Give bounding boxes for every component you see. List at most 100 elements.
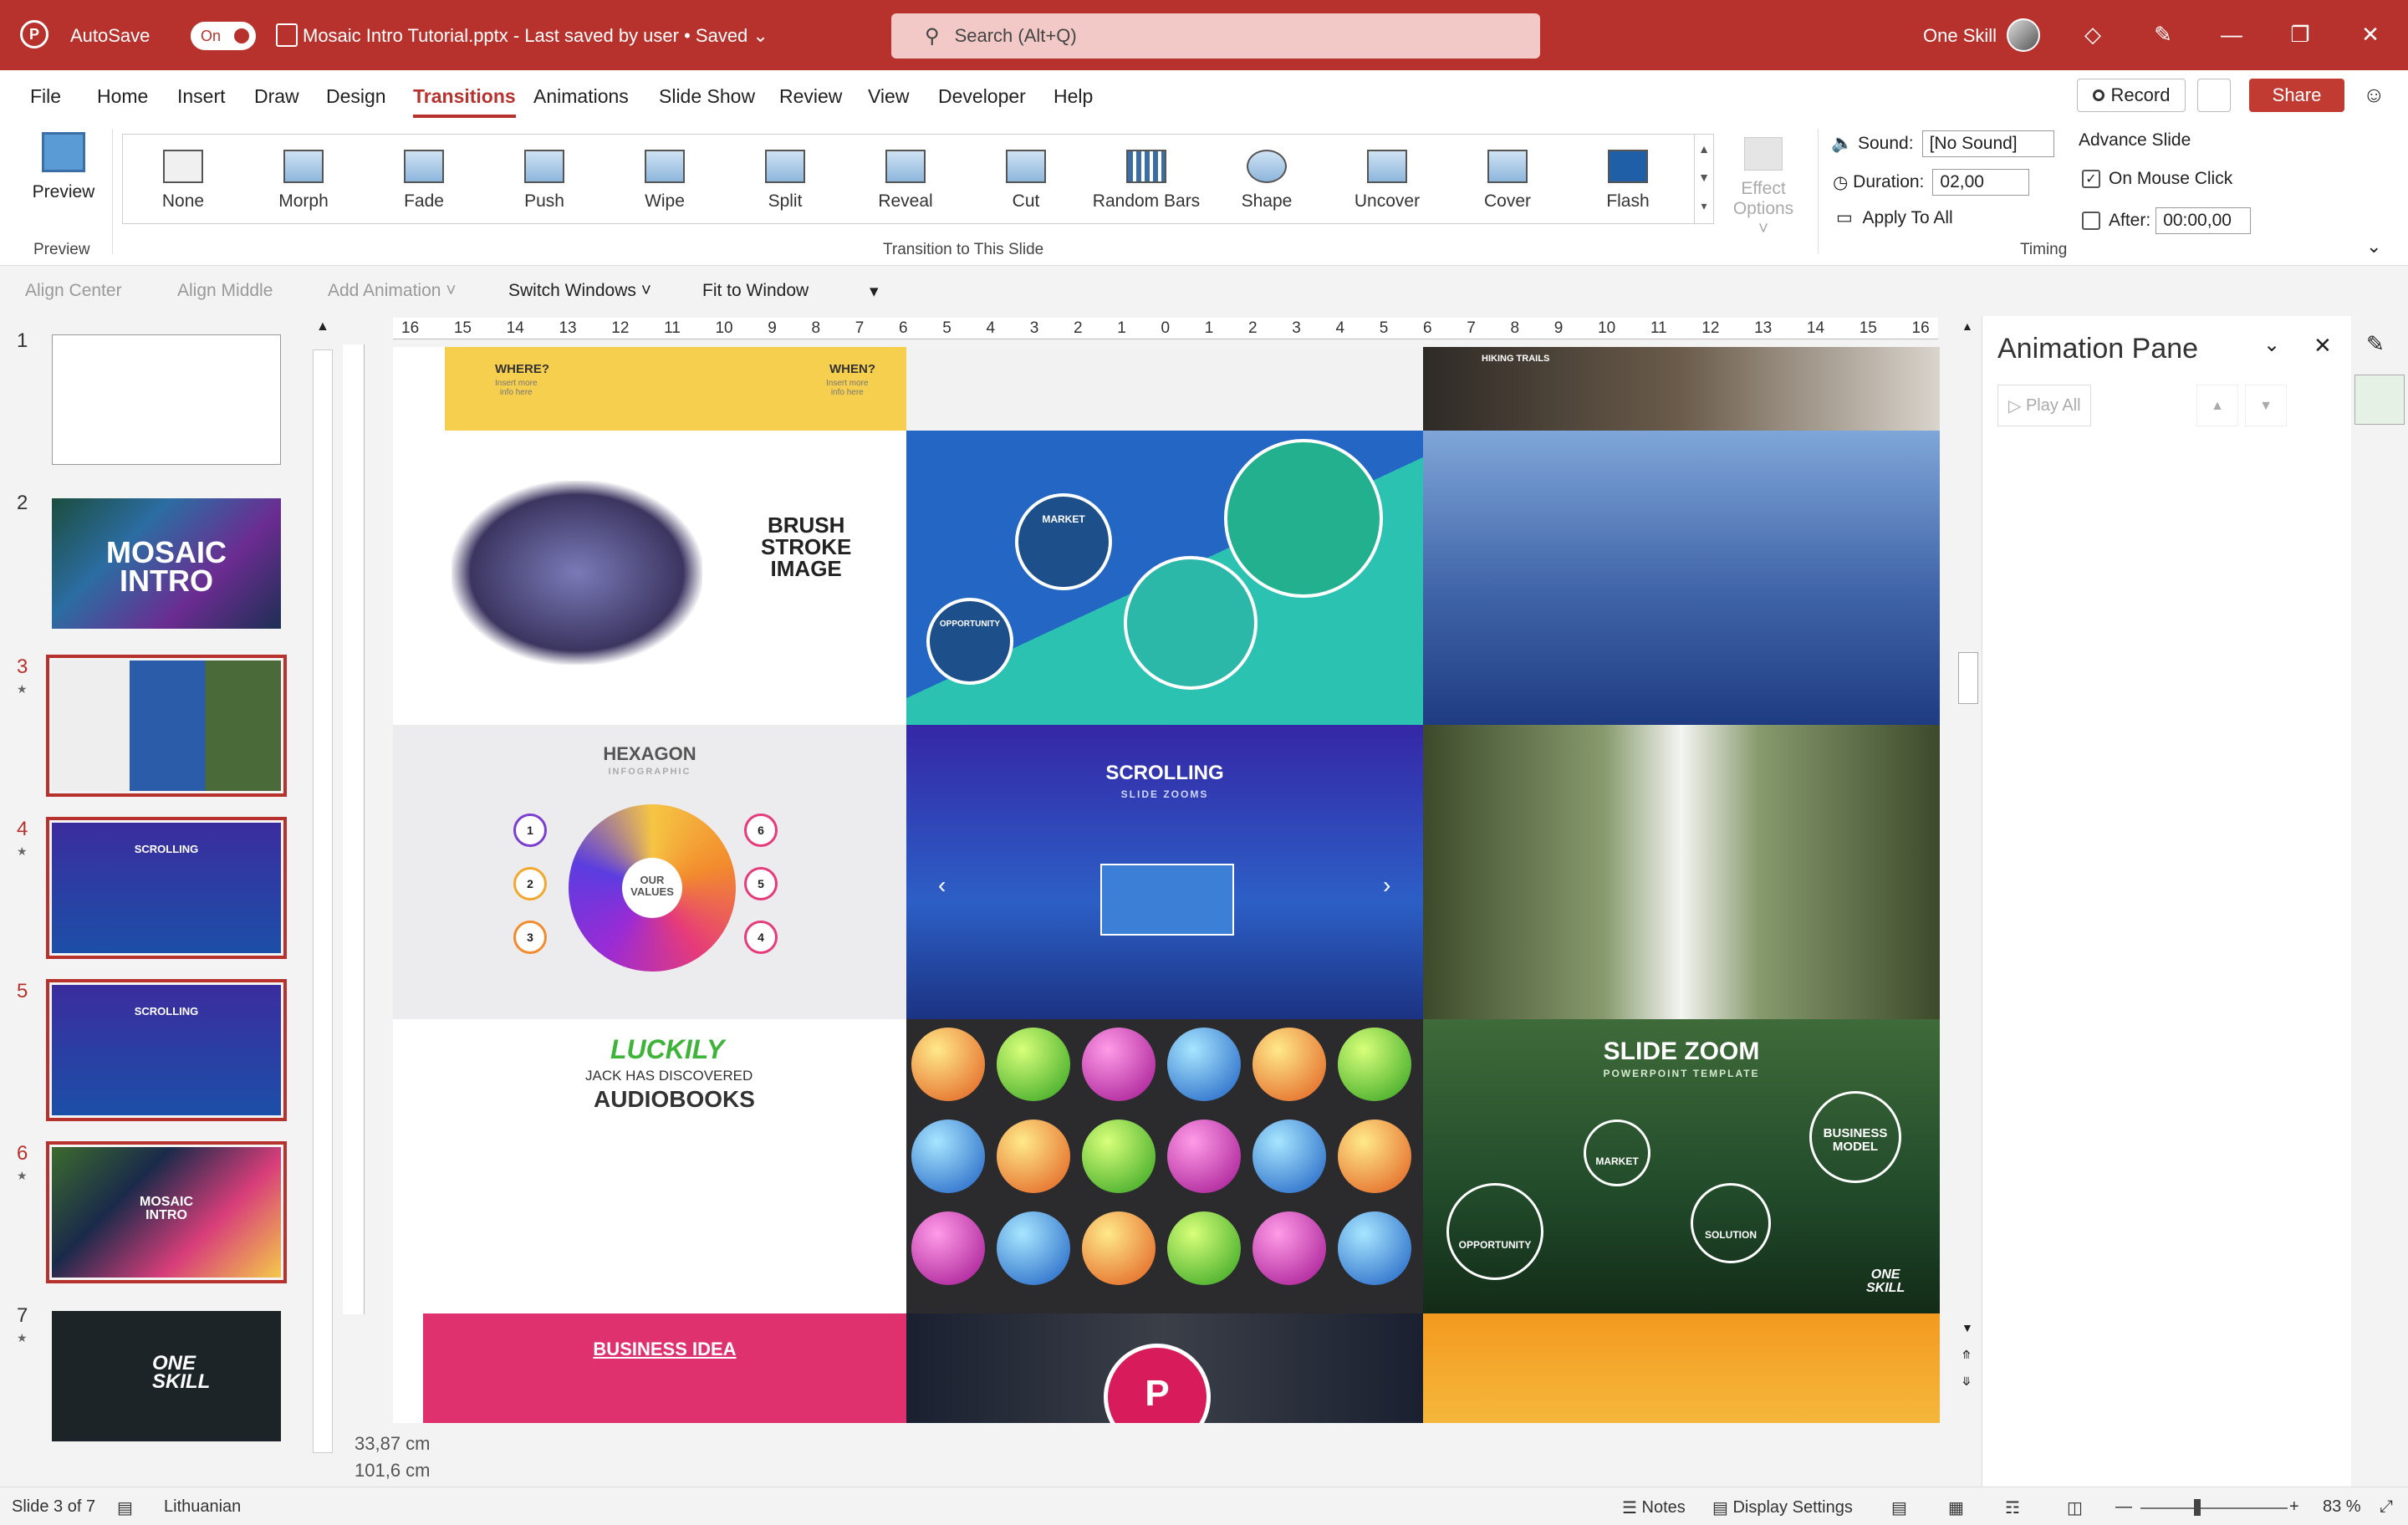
- tab-animations[interactable]: Animations: [533, 85, 629, 108]
- document-title[interactable]: Mosaic Intro Tutorial.pptx - Last saved …: [303, 25, 768, 47]
- tab-view[interactable]: View: [868, 85, 909, 108]
- accessibility-icon[interactable]: ▤: [117, 1497, 133, 1518]
- transition-split[interactable]: Split: [725, 135, 845, 223]
- apply-to-all-button[interactable]: ▭ Apply To All: [1836, 207, 1953, 228]
- duration-input[interactable]: 02,00: [1932, 169, 2030, 196]
- slide-thumbnail-4[interactable]: SCROLLING: [46, 817, 287, 959]
- tab-home[interactable]: Home: [97, 85, 148, 108]
- person-icon[interactable]: ☺: [2363, 82, 2385, 108]
- align-center-button[interactable]: Align Center: [25, 281, 122, 301]
- scrollbar-thumb[interactable]: [1958, 652, 1978, 704]
- designer-icon[interactable]: ✎: [2366, 331, 2385, 357]
- on-mouse-click-checkbox[interactable]: ✓ On Mouse Click: [2082, 169, 2232, 189]
- transition-cover[interactable]: Cover: [1447, 135, 1568, 223]
- fit-slide-icon[interactable]: ⤢: [2380, 1497, 2393, 1517]
- next-slide-icon[interactable]: ⤋: [1962, 1375, 1972, 1389]
- tab-developer[interactable]: Developer: [938, 85, 1026, 108]
- slide-thumbnail-5[interactable]: SCROLLING: [46, 979, 287, 1121]
- transition-uncover[interactable]: Uncover: [1327, 135, 1447, 223]
- slide-thumbnail-7[interactable]: ONE SKILL: [52, 1311, 281, 1441]
- play-all-button[interactable]: ▷ Play All: [1997, 385, 2091, 426]
- transition-flash[interactable]: Flash: [1568, 135, 1688, 223]
- save-icon[interactable]: [276, 23, 298, 47]
- align-middle-button[interactable]: Align Middle: [177, 281, 273, 301]
- transition-cut[interactable]: Cut: [966, 135, 1086, 223]
- transition-none[interactable]: None: [123, 135, 243, 223]
- transition-reveal[interactable]: Reveal: [845, 135, 966, 223]
- transition-wipe[interactable]: Wipe: [605, 135, 725, 223]
- move-down-icon[interactable]: ▼: [2245, 385, 2287, 426]
- customize-qat-icon[interactable]: ▾: [870, 281, 879, 302]
- slide-canvas[interactable]: WHERE? Insert more info here WHEN? Inser…: [393, 347, 1940, 1423]
- scroll-down-icon[interactable]: ▼: [1695, 163, 1713, 191]
- move-up-icon[interactable]: ▲: [2196, 385, 2238, 426]
- transition-push[interactable]: Push: [484, 135, 605, 223]
- slide-thumbnail-3[interactable]: [46, 655, 287, 797]
- after-input[interactable]: 00:00,00: [2155, 207, 2252, 234]
- switch-windows-button[interactable]: Switch Windows ˅: [508, 281, 651, 301]
- thumbnail-scrollbar[interactable]: ▲: [309, 316, 336, 1487]
- transition-fade[interactable]: Fade: [364, 135, 484, 223]
- collapse-ribbon-icon[interactable]: ⌄: [2366, 236, 2381, 258]
- slide-sorter-icon[interactable]: ▦: [1948, 1497, 1964, 1518]
- notes-area[interactable]: 33,87 cm 101,6 cm: [343, 1423, 1982, 1487]
- transition-shape[interactable]: Shape: [1207, 135, 1327, 223]
- zoom-out-icon[interactable]: —: [2115, 1497, 2132, 1517]
- tab-insert[interactable]: Insert: [177, 85, 226, 108]
- scroll-down-icon[interactable]: ▼: [1962, 1321, 1973, 1334]
- add-animation-button[interactable]: Add Animation ˅: [328, 281, 457, 301]
- scroll-up-icon[interactable]: ▲: [1962, 319, 1973, 333]
- slide-thumbnail-6[interactable]: MOSAIC INTRO: [46, 1141, 287, 1283]
- avatar[interactable]: [2007, 18, 2040, 52]
- zoom-slider-thumb[interactable]: [2194, 1499, 2201, 1516]
- scroll-up-icon[interactable]: ▲: [316, 319, 329, 334]
- tab-file[interactable]: File: [30, 85, 61, 108]
- slide-thumbnail-1[interactable]: [52, 334, 281, 465]
- previous-slide-icon[interactable]: ⤊: [1962, 1348, 1972, 1362]
- opportunity-label: OPPORTUNITY: [939, 620, 1001, 629]
- scroll-up-icon[interactable]: ▲: [1695, 135, 1713, 163]
- tab-transitions[interactable]: Transitions: [413, 85, 516, 118]
- preview-button[interactable]: Preview: [23, 132, 104, 224]
- editor-scrollbar[interactable]: ▲ ▼ ⤊ ⤋: [1955, 318, 1982, 1421]
- zoom-in-icon[interactable]: +: [2289, 1497, 2299, 1517]
- gallery-scroll[interactable]: ▲ ▼ ▾: [1694, 134, 1714, 224]
- language-label[interactable]: Lithuanian: [164, 1497, 241, 1517]
- user-name[interactable]: One Skill: [1923, 25, 1997, 47]
- scrollbar-thumb[interactable]: [313, 349, 333, 1453]
- close-icon[interactable]: ✕: [2356, 20, 2385, 48]
- comments-button[interactable]: [2197, 79, 2231, 112]
- autosave-toggle[interactable]: On: [191, 22, 256, 50]
- tab-slide-show[interactable]: Slide Show: [659, 85, 755, 108]
- zoom-level[interactable]: 83 %: [2323, 1497, 2361, 1517]
- slide-thumbnail-2[interactable]: MOSAIC INTRO: [52, 498, 281, 629]
- pen-icon[interactable]: ✎: [2149, 20, 2177, 48]
- tab-review[interactable]: Review: [779, 85, 842, 108]
- fit-to-window-button[interactable]: Fit to Window: [702, 281, 809, 301]
- notes-button[interactable]: ☰ Notes: [1622, 1497, 1686, 1518]
- more-icon[interactable]: ▾: [1695, 191, 1713, 220]
- animation-pane-icon[interactable]: [2354, 375, 2405, 425]
- search-input[interactable]: ⚲ Search (Alt+Q): [891, 13, 1540, 59]
- transition-morph[interactable]: Morph: [243, 135, 364, 223]
- share-button[interactable]: Share: [2249, 79, 2344, 112]
- record-button[interactable]: Record: [2077, 79, 2186, 112]
- after-checkbox[interactable]: [2082, 212, 2100, 230]
- ribbon-tabs: File Home Insert Draw Design Transitions…: [0, 70, 2408, 120]
- pane-options-icon[interactable]: ⌄: [2263, 333, 2280, 357]
- restore-icon[interactable]: ❐: [2286, 20, 2314, 48]
- slideshow-icon[interactable]: ◫: [2067, 1497, 2083, 1518]
- reading-view-icon[interactable]: ☶: [2005, 1497, 2020, 1518]
- minimize-icon[interactable]: —: [2217, 20, 2246, 48]
- tab-draw[interactable]: Draw: [254, 85, 299, 108]
- diamond-icon[interactable]: ◇: [2079, 20, 2107, 48]
- tab-help[interactable]: Help: [1054, 85, 1093, 108]
- display-settings-button[interactable]: ▤ Display Settings: [1712, 1497, 1853, 1518]
- tab-design[interactable]: Design: [326, 85, 386, 108]
- effect-options-button[interactable]: Effect Options ˅: [1727, 134, 1799, 238]
- sound-select[interactable]: [No Sound]: [1921, 130, 2054, 157]
- zoom-slider[interactable]: [2140, 1507, 2288, 1509]
- close-pane-icon[interactable]: ✕: [2314, 333, 2332, 359]
- transition-random-bars[interactable]: Random Bars: [1086, 135, 1207, 223]
- normal-view-icon[interactable]: ▤: [1891, 1497, 1907, 1518]
